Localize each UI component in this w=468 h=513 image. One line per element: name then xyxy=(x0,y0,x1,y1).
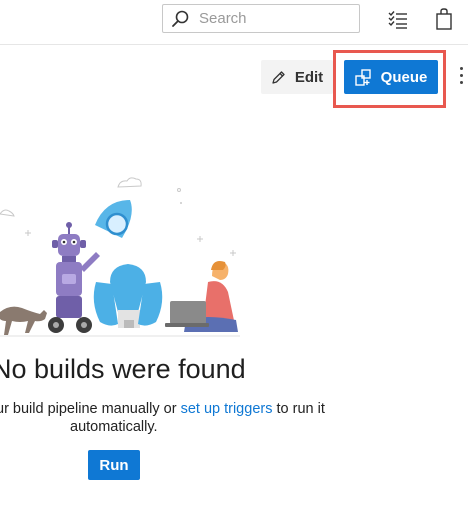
pencil-icon xyxy=(272,70,285,84)
queue-build-icon xyxy=(354,68,371,86)
desc-text-line2: automatically. xyxy=(70,419,158,435)
set-up-triggers-link[interactable]: set up triggers xyxy=(181,401,273,417)
list-settings-icon[interactable] xyxy=(388,11,408,29)
more-vertical-icon[interactable] xyxy=(456,64,466,90)
empty-state-description: ur build pipeline manually or set up tri… xyxy=(0,400,336,436)
queue-button[interactable]: Queue xyxy=(344,60,438,94)
desc-text-before: ur build pipeline manually or xyxy=(0,401,181,417)
queue-button-label: Queue xyxy=(380,68,428,86)
empty-builds-illustration xyxy=(0,177,240,337)
desc-text-after: to run it xyxy=(272,401,325,417)
empty-state-title: No builds were found xyxy=(0,354,246,384)
run-button[interactable]: Run xyxy=(88,450,140,480)
search-icon xyxy=(172,10,189,27)
shopping-bag-icon[interactable] xyxy=(436,8,452,30)
edit-button-label: Edit xyxy=(294,68,324,86)
top-bar xyxy=(0,0,468,45)
edit-button[interactable]: Edit xyxy=(261,60,333,94)
search-box[interactable] xyxy=(162,4,360,33)
run-button-label: Run xyxy=(99,456,129,474)
search-input[interactable] xyxy=(199,5,354,32)
